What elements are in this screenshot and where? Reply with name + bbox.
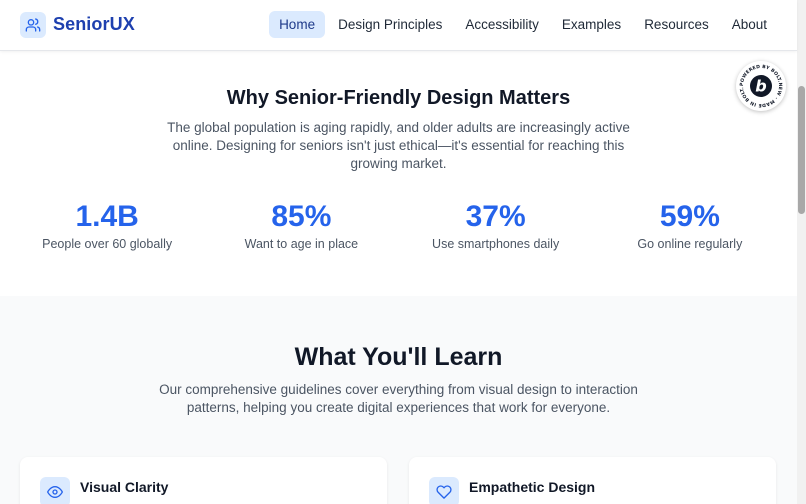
stat-item: 37% Use smartphones daily [399,199,593,251]
stat-label: Go online regularly [637,237,743,251]
nav-link-about[interactable]: About [722,11,777,38]
bolt-badge-logo: POWERED BY BOLT.NEW · MADE IN BOLT.NEW ·… [733,57,783,108]
users-icon [25,18,41,32]
card-icon-box [429,477,459,504]
feature-card-title: Visual Clarity [80,479,169,495]
stat-item: 85% Want to age in place [204,199,398,251]
feature-card-visual-clarity[interactable]: Visual Clarity [20,457,387,504]
stat-value: 37% [465,200,526,233]
card-icon-box [40,477,70,504]
feature-card-title: Empathetic Design [469,479,596,495]
stat-label: People over 60 globally [42,237,173,251]
logo-badge[interactable] [20,12,46,38]
page-scrollbar[interactable] [797,0,806,504]
nav-link-accessibility[interactable]: Accessibility [455,11,549,38]
nav-link-examples[interactable]: Examples [552,11,631,38]
eye-icon [47,486,63,498]
scrollbar-thumb[interactable] [798,86,805,214]
top-navbar: SeniorUX Home Design Principles Accessib… [0,0,797,51]
why-section-description: The global population is aging rapidly, … [167,120,630,171]
stat-item: 1.4B People over 60 globally [10,199,204,251]
stat-value: 1.4B [75,200,139,233]
stat-item: 59% Go online regularly [593,199,787,251]
nav-link-design-principles[interactable]: Design Principles [328,11,452,38]
nav-link-home[interactable]: Home [269,11,326,38]
main-nav: Home Design Principles Accessibility Exa… [266,11,777,38]
stat-label: Want to age in place [244,237,359,251]
bolt-badge[interactable]: POWERED BY BOLT.NEW · MADE IN BOLT.NEW ·… [733,57,786,111]
learn-section: What You'll Learn Our comprehensive guid… [0,296,797,504]
stat-value: 59% [659,200,720,233]
learn-section-description: Our comprehensive guidelines cover every… [159,382,638,415]
stat-value: 85% [271,200,332,233]
stats-row: 1.4B People over 60 globally 85% Want to… [10,199,787,251]
why-section-title: Why Senior-Friendly Design Matters [226,87,571,109]
learn-section-title: What You'll Learn [294,343,503,371]
feature-card-empathetic-design[interactable]: Empathetic Design [409,457,776,504]
stat-label: Use smartphones daily [432,237,560,251]
why-section: Why Senior-Friendly Design Matters The g… [0,51,797,296]
nav-link-resources[interactable]: Resources [634,11,719,38]
bolt-badge-letter: b [755,77,766,96]
heart-icon [436,485,452,499]
brand-name[interactable]: SeniorUX [53,14,135,35]
